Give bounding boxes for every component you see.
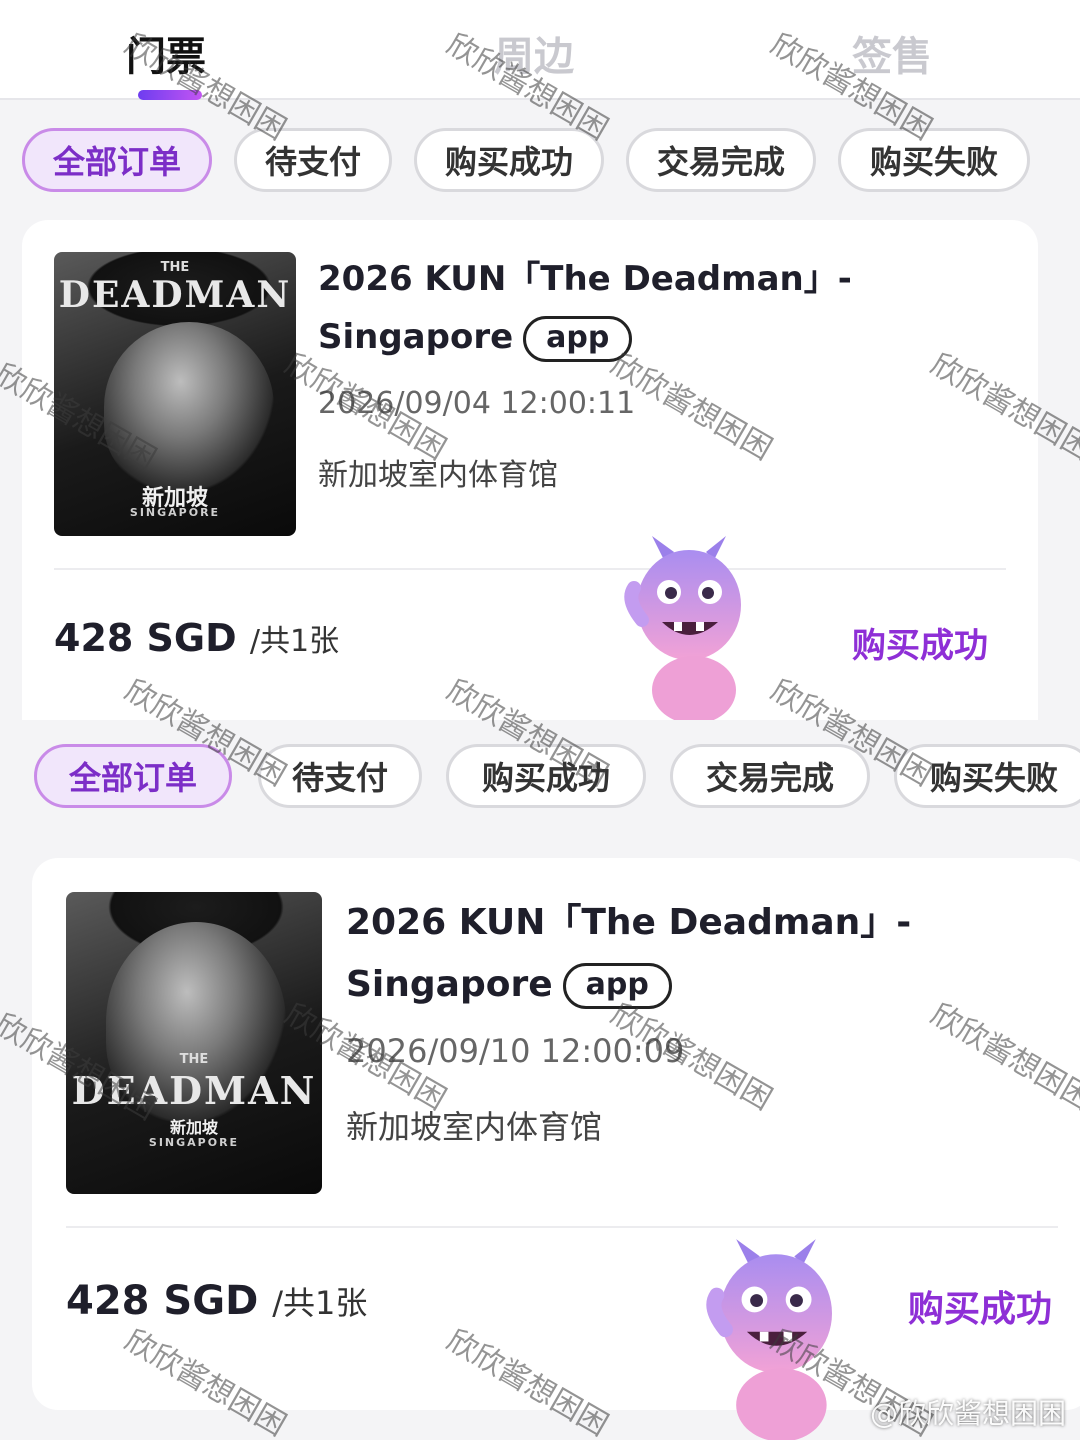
event-venue: 新加坡室内体育馆 xyxy=(318,458,558,493)
price-amount: 428 SGD xyxy=(54,616,237,660)
poster-the-text: THE xyxy=(160,260,190,275)
poster-sub-text: SINGAPORE xyxy=(148,1136,240,1149)
filter-purchase-success[interactable]: 购买成功 xyxy=(446,744,646,808)
price-amount: 428 SGD xyxy=(66,1278,259,1324)
poster-title-text: DEADMAN xyxy=(71,1068,317,1113)
filter-completed[interactable]: 交易完成 xyxy=(626,128,816,192)
weibo-handle-watermark: @欣欣酱想困困 xyxy=(869,1397,1066,1430)
tab-merch[interactable]: 周边 xyxy=(494,24,574,82)
filter-pending-payment[interactable]: 待支付 xyxy=(258,744,422,808)
event-title-line1: 2026 KUN「The Deadman」- xyxy=(346,902,912,943)
poster-city-text: 新加坡 xyxy=(169,1118,218,1137)
event-poster: THE DEADMAN 新加坡 SINGAPORE xyxy=(66,892,322,1194)
filter-purchase-failed[interactable]: 购买失败 xyxy=(894,744,1080,808)
event-title-line2: Singapore xyxy=(346,964,553,1005)
filter-pending-payment[interactable]: 待支付 xyxy=(234,128,392,192)
poster-sub-text: SINGAPORE xyxy=(129,506,221,519)
source-badge: app xyxy=(562,963,672,1009)
order-status: 购买成功 xyxy=(852,626,988,666)
filter-purchase-success[interactable]: 购买成功 xyxy=(414,128,604,192)
order-card[interactable]: THE DEADMAN 新加坡 SINGAPORE 2026 KUN「The D… xyxy=(22,220,1038,720)
filter-all-orders[interactable]: 全部订单 xyxy=(34,744,232,808)
order-price: 428 SGD /共1张 xyxy=(54,616,339,660)
event-datetime: 2026/09/04 12:00:11 xyxy=(318,386,636,421)
order-status: 购买成功 xyxy=(908,1289,1053,1330)
ticket-quantity: /共1张 xyxy=(249,624,340,659)
filter-chip-row: 全部订单 待支付 购买成功 交易完成 购买失败 xyxy=(0,128,1080,208)
tab-signing[interactable]: 签售 xyxy=(852,24,932,82)
poster-the-text: THE xyxy=(179,1052,209,1067)
source-badge: app xyxy=(523,315,633,362)
event-title-line1: 2026 KUN「The Deadman」- xyxy=(318,259,852,299)
card-divider xyxy=(66,1226,1058,1228)
filter-purchase-failed[interactable]: 购买失败 xyxy=(838,128,1030,192)
poster-title-text: DEADMAN xyxy=(58,274,292,316)
active-tab-indicator xyxy=(138,90,202,100)
event-title: 2026 KUN「The Deadman」- Singapore app xyxy=(318,250,852,366)
poster-figure xyxy=(104,322,274,492)
filter-completed[interactable]: 交易完成 xyxy=(670,744,870,808)
mascot-icon xyxy=(624,536,741,720)
filter-all-orders[interactable]: 全部订单 xyxy=(22,128,212,192)
event-title: 2026 KUN「The Deadman」- Singapore app xyxy=(346,892,911,1016)
filter-chip-row: 全部订单 待支付 购买成功 交易完成 购买失败 xyxy=(0,744,1080,824)
event-venue: 新加坡室内体育馆 xyxy=(346,1108,603,1146)
event-poster: THE DEADMAN 新加坡 SINGAPORE xyxy=(54,252,296,536)
event-datetime: 2026/09/10 12:00:09 xyxy=(346,1032,685,1070)
card-divider xyxy=(54,568,1006,570)
order-price: 428 SGD /共1张 xyxy=(66,1278,367,1324)
tab-tickets[interactable]: 门票 xyxy=(126,24,206,82)
ticket-quantity: /共1张 xyxy=(272,1284,368,1322)
event-title-line2: Singapore xyxy=(318,317,514,357)
order-card[interactable]: THE DEADMAN 新加坡 SINGAPORE 2026 KUN「The D… xyxy=(32,858,1080,1410)
mascot-icon xyxy=(706,1239,832,1440)
top-tab-bar: 门票 周边 签售 xyxy=(0,0,1080,100)
